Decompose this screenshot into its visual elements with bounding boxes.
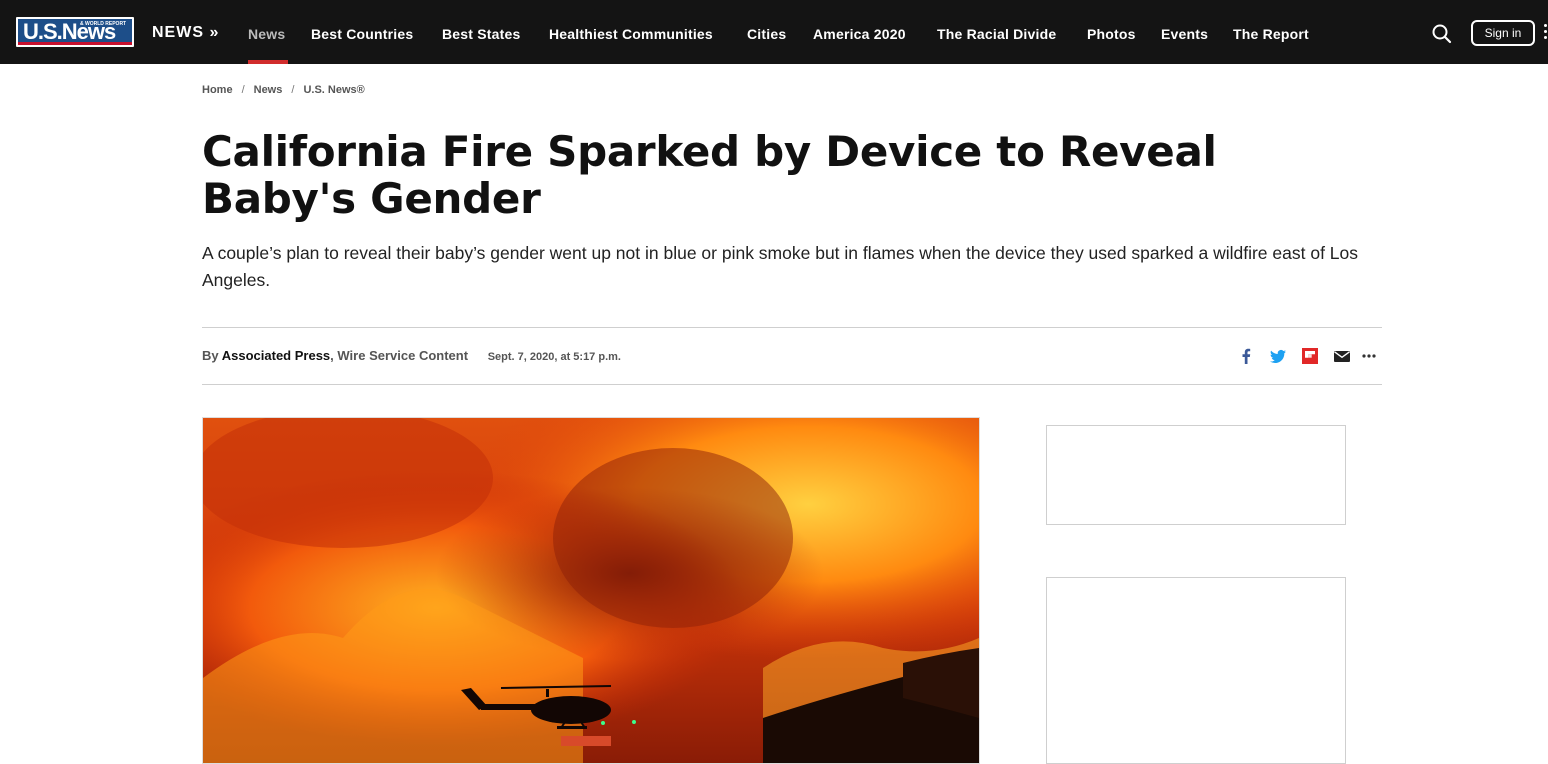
article-title: California Fire Sparked by Device to Rev… [202, 127, 1217, 223]
breadcrumb-home[interactable]: Home [202, 84, 233, 96]
news-brand-link[interactable]: NEWS » [152, 24, 219, 42]
article-hero-image[interactable] [202, 417, 980, 764]
article-deck: A couple’s plan to reveal their baby’s g… [202, 243, 1359, 290]
nav-item-cities[interactable]: Cities [747, 26, 786, 42]
facebook-icon[interactable] [1238, 348, 1254, 364]
wire-service-link[interactable]: Wire Service Content [337, 348, 468, 363]
search-icon[interactable] [1431, 23, 1453, 45]
sidebar-ad-slot [1046, 425, 1346, 525]
usnews-logo[interactable]: U.S.News & WORLD REPORT [16, 17, 134, 47]
nav-item-racial-divide[interactable]: The Racial Divide [937, 26, 1056, 42]
sign-in-button[interactable]: Sign in [1471, 20, 1535, 46]
author-link[interactable]: Associated Press [222, 348, 330, 363]
top-nav: U.S.News & WORLD REPORT NEWS » News Best… [0, 0, 1548, 64]
active-nav-indicator [248, 60, 288, 64]
nav-item-best-states[interactable]: Best States [442, 26, 520, 42]
nav-item-america-2020[interactable]: America 2020 [813, 26, 906, 42]
divider-top [202, 327, 1382, 328]
more-icon[interactable] [1361, 348, 1377, 364]
publish-date: Sept. 7, 2020, at 5:17 p.m. [487, 351, 621, 363]
breadcrumb-news[interactable]: News [254, 84, 283, 96]
nav-item-best-countries[interactable]: Best Countries [311, 26, 413, 42]
byline-prefix: By [202, 348, 219, 363]
logo-box: U.S.News & WORLD REPORT [18, 19, 132, 45]
logo-subtext: & WORLD REPORT [80, 21, 127, 27]
nav-item-photos[interactable]: Photos [1087, 26, 1136, 42]
nav-item-the-report[interactable]: The Report [1233, 26, 1309, 42]
divider-bottom [202, 384, 1382, 385]
breadcrumb: Home / News / U.S. News® [202, 84, 365, 96]
email-icon[interactable] [1334, 348, 1350, 364]
byline: By Associated Press, Wire Service Conten… [202, 348, 621, 363]
breadcrumb-separator: / [241, 84, 245, 96]
sidebar-ad-slot [1046, 577, 1346, 764]
flipboard-icon[interactable] [1302, 348, 1318, 364]
nav-item-healthiest-communities[interactable]: Healthiest Communities [549, 26, 713, 42]
nav-item-news[interactable]: News [248, 26, 285, 42]
breadcrumb-separator: / [291, 84, 295, 96]
twitter-icon[interactable] [1270, 348, 1286, 364]
breadcrumb-us-news[interactable]: U.S. News® [303, 84, 364, 96]
nav-item-events[interactable]: Events [1161, 26, 1208, 42]
more-menu-icon[interactable] [1544, 24, 1548, 42]
logo-stripe [18, 42, 132, 45]
